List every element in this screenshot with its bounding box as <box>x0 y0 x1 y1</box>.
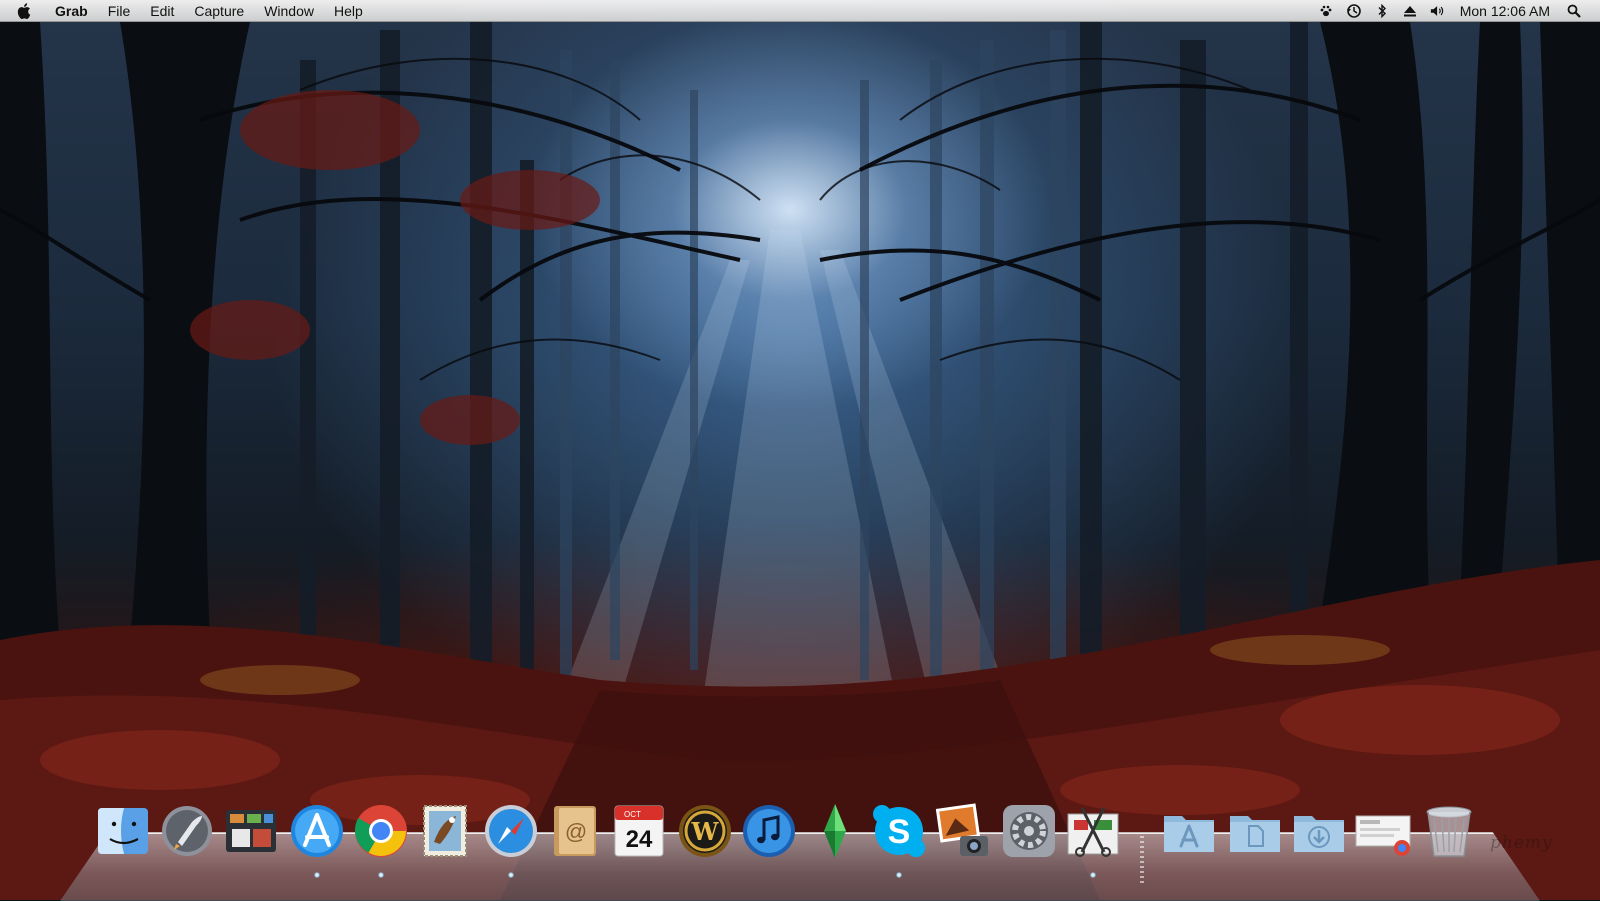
launchpad-icon <box>162 806 212 856</box>
wow-icon: W <box>679 805 731 857</box>
mission-control-icon <box>226 810 276 852</box>
dock-item-system-preferences[interactable] <box>1000 802 1058 860</box>
dock-item-world-of-warcraft[interactable]: W <box>676 802 734 860</box>
menu-capture[interactable]: Capture <box>184 0 254 22</box>
dock-item-finder[interactable] <box>94 802 152 860</box>
apple-menu-icon[interactable] <box>17 2 37 20</box>
dock-item-launchpad[interactable] <box>158 802 216 860</box>
calendar-icon: OCT 24 <box>614 805 664 857</box>
dock-separator <box>1140 836 1144 886</box>
dock-stack-recent[interactable] <box>1354 802 1412 860</box>
dock-stack-documents[interactable] <box>1226 802 1284 860</box>
spotlight-search-icon[interactable] <box>1566 3 1582 19</box>
menu-file[interactable]: File <box>98 0 141 22</box>
downloads-folder-icon <box>1294 816 1344 852</box>
menu-clock[interactable]: Mon 12:06 AM <box>1460 3 1550 19</box>
dock-item-mission-control[interactable] <box>222 802 280 860</box>
address-book-icon: @ <box>554 806 596 856</box>
dock-stack-applications[interactable] <box>1160 802 1218 860</box>
svg-text:@: @ <box>565 819 587 844</box>
calendar-month-label: OCT <box>624 810 641 819</box>
running-indicator <box>896 872 902 878</box>
chrome-icon <box>355 805 407 857</box>
itunes-icon <box>743 805 795 857</box>
iphoto-icon <box>935 803 988 856</box>
calendar-day-label: 24 <box>626 826 653 853</box>
dock-item-the-sims[interactable] <box>806 802 864 860</box>
menu-bar: Grab File Edit Capture Window Help Mon 1… <box>0 0 1600 22</box>
dock-item-ical[interactable]: OCT 24 <box>610 802 668 860</box>
menu-edit[interactable]: Edit <box>140 0 184 22</box>
dock-item-iphoto[interactable] <box>934 802 992 860</box>
sims-plumbob-icon <box>824 804 846 858</box>
skype-icon: S <box>873 805 925 857</box>
app-store-icon <box>291 805 343 857</box>
dock-item-skype[interactable]: S <box>870 802 928 860</box>
dock-stack-downloads[interactable] <box>1290 802 1348 860</box>
grab-scissors-icon <box>1067 807 1119 857</box>
svg-text:W: W <box>691 817 720 846</box>
menu-window[interactable]: Window <box>254 0 324 22</box>
finder-icon <box>98 808 148 854</box>
mail-icon <box>423 805 467 857</box>
svg-text:S: S <box>888 813 911 851</box>
safari-icon <box>485 805 537 857</box>
documents-folder-icon <box>1230 816 1280 852</box>
dock-item-safari[interactable] <box>482 802 540 860</box>
menu-help[interactable]: Help <box>324 0 373 22</box>
menu-app-name[interactable]: Grab <box>51 0 98 22</box>
dock-item-grab[interactable] <box>1064 802 1122 860</box>
trash-icon <box>1426 806 1472 857</box>
dock-item-trash[interactable] <box>1420 802 1478 860</box>
system-preferences-icon <box>1003 805 1055 857</box>
running-indicator <box>508 872 514 878</box>
time-machine-icon[interactable] <box>1346 3 1362 19</box>
bluetooth-icon[interactable] <box>1374 3 1390 19</box>
dock-item-address-book[interactable]: @ <box>546 802 604 860</box>
eject-icon[interactable] <box>1402 3 1418 19</box>
desktop-wallpaper <box>0 0 1600 900</box>
dock-item-app-store[interactable] <box>288 802 346 860</box>
running-indicator <box>378 872 384 878</box>
status-area: Mon 12:06 AM <box>1312 0 1600 22</box>
dock-item-mail[interactable] <box>416 802 474 860</box>
dock-item-itunes[interactable] <box>740 802 798 860</box>
volume-icon[interactable] <box>1430 3 1446 19</box>
wallpaper-watermark: phemy <box>1490 833 1553 853</box>
running-indicator <box>1090 872 1096 878</box>
dock-item-chrome[interactable] <box>352 802 410 860</box>
forest-scene <box>0 20 1600 900</box>
paw-icon[interactable] <box>1318 3 1334 19</box>
applications-folder-icon <box>1164 816 1214 852</box>
chrome-stack-icon <box>1355 815 1411 856</box>
running-indicator <box>314 872 320 878</box>
